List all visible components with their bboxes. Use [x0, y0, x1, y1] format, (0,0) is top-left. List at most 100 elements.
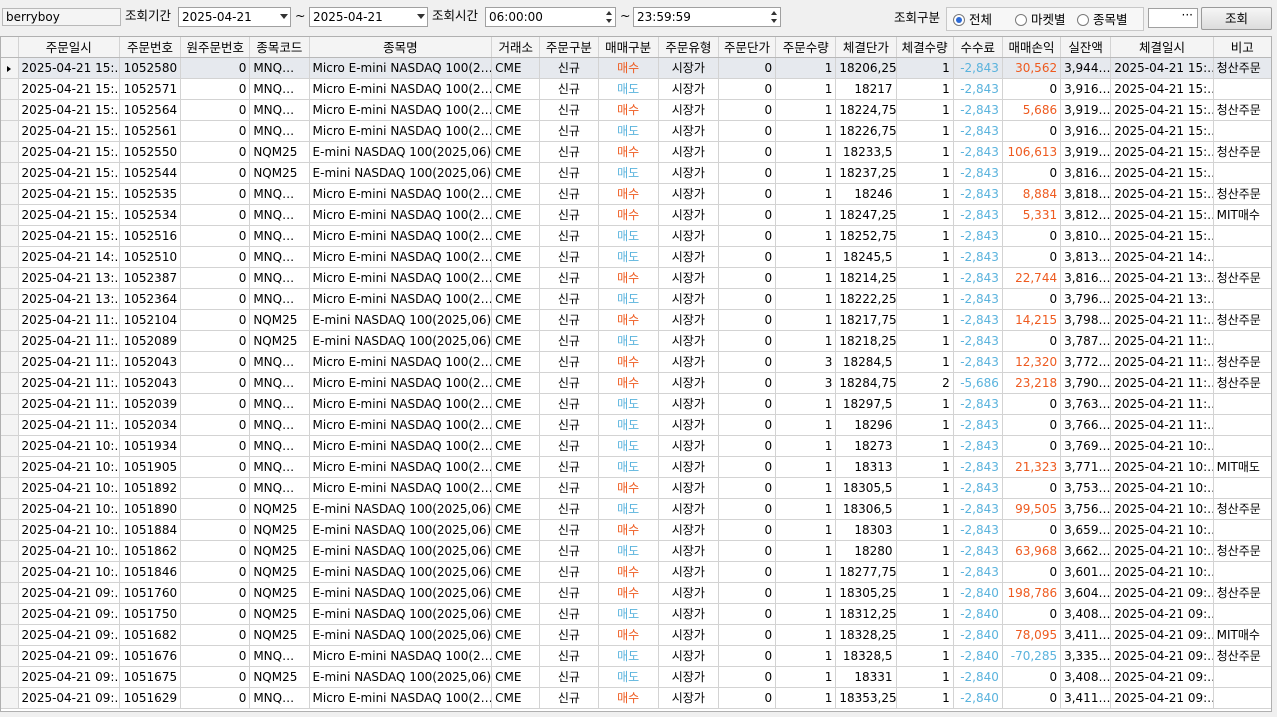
row-selector[interactable] — [1, 78, 19, 100]
table-row[interactable]: 2025-04-21 11:… 1052034 0 MNQ… Micro E-mini … — [1, 414, 1271, 436]
column-header-side[interactable]: 매매구분 — [598, 37, 659, 58]
table-row[interactable]: 2025-04-21 11:… 1052039 0 MNQ… Micro E-mini … — [1, 393, 1271, 415]
column-header-balance[interactable]: 실잔액 — [1060, 37, 1112, 58]
table-row[interactable]: 2025-04-21 09:… 1051682 0 NQM25 E-mini NASDA… — [1, 624, 1271, 646]
table-row[interactable]: 2025-04-21 15:… 1052550 0 NQM25 E-mini NASDA… — [1, 141, 1271, 163]
table-row[interactable]: 2025-04-21 15:… 1052580 0 MNQ… Micro E-mini … — [1, 57, 1271, 79]
row-selector[interactable] — [1, 225, 19, 247]
column-header-order-price[interactable]: 주문단가 — [718, 37, 777, 58]
row-selector[interactable] — [1, 435, 19, 457]
row-selector[interactable] — [1, 498, 19, 520]
table-row[interactable]: 2025-04-21 15:… 1052571 0 MNQ… Micro E-mini … — [1, 78, 1271, 100]
row-selector[interactable] — [1, 309, 19, 331]
table-row[interactable]: 2025-04-21 13:… 1052364 0 MNQ… Micro E-mini … — [1, 288, 1271, 310]
table-row[interactable]: 2025-04-21 09:… 1051676 0 MNQ… Micro E-mini … — [1, 645, 1271, 667]
row-selector[interactable] — [1, 561, 19, 583]
table-row[interactable]: 2025-04-21 14:… 1052510 0 MNQ… Micro E-mini … — [1, 246, 1271, 268]
row-selector[interactable] — [1, 603, 19, 625]
column-header-order-type-class[interactable]: 주문구분 — [539, 37, 599, 58]
table-row[interactable]: 2025-04-21 15:… 1052535 0 MNQ… Micro E-mini … — [1, 183, 1271, 205]
row-selector[interactable] — [1, 57, 19, 79]
time-to-spinner[interactable]: 23:59:59 — [633, 7, 781, 27]
table-row[interactable]: 2025-04-21 09:… 1051750 0 NQM25 E-mini NASDA… — [1, 603, 1271, 625]
column-header-fill-price[interactable]: 체결단가 — [835, 37, 897, 58]
row-selector[interactable] — [1, 288, 19, 310]
row-selector[interactable] — [1, 99, 19, 121]
time-from-spinner[interactable]: 06:00:00 — [485, 7, 616, 27]
table-row[interactable]: 2025-04-21 10:… 1051892 0 MNQ… Micro E-mini … — [1, 477, 1271, 499]
cell-note: 청산주문 — [1213, 267, 1271, 289]
spin-up-icon[interactable] — [771, 11, 777, 15]
row-selector[interactable] — [1, 582, 19, 604]
chevron-down-icon[interactable] — [280, 14, 288, 19]
spin-down-icon[interactable] — [606, 19, 612, 23]
row-selector[interactable] — [1, 414, 19, 436]
order-history-grid[interactable]: 주문일시 주문번호 원주문번호 종목코드 종목명 거래소 주문구분 매매구분 주문유형 주문단가 주… — [0, 36, 1272, 712]
cell-fee: -2,843 — [953, 477, 1003, 499]
row-selector[interactable] — [1, 162, 19, 184]
column-header-symbol-name[interactable]: 종목명 — [309, 37, 493, 58]
row-selector[interactable] — [1, 624, 19, 646]
table-row[interactable]: 2025-04-21 10:… 1051846 0 NQM25 E-mini NASDA… — [1, 561, 1271, 583]
table-row[interactable]: 2025-04-21 15:… 1052544 0 NQM25 E-mini NASDA… — [1, 162, 1271, 184]
row-selector[interactable] — [1, 477, 19, 499]
query-button[interactable]: 조회 — [1201, 7, 1272, 30]
table-row[interactable]: 2025-04-21 11:… 1052043 0 MNQ… Micro E-mini … — [1, 372, 1271, 394]
table-row[interactable]: 2025-04-21 10:… 1051884 0 NQM25 E-mini NASDA… — [1, 519, 1271, 541]
table-row[interactable]: 2025-04-21 10:… 1051862 0 NQM25 E-mini NASDA… — [1, 540, 1271, 562]
spin-up-icon[interactable] — [606, 11, 612, 15]
column-header-order-no[interactable]: 주문번호 — [119, 37, 182, 58]
table-row[interactable]: 2025-04-21 13:… 1052387 0 MNQ… Micro E-mini … — [1, 267, 1271, 289]
row-selector[interactable] — [1, 666, 19, 688]
table-row[interactable]: 2025-04-21 11:… 1052104 0 NQM25 E-mini NASDA… — [1, 309, 1271, 331]
cell-order-price: 0 — [718, 120, 777, 142]
column-header-fill-qty[interactable]: 체결수량 — [896, 37, 954, 58]
row-selector[interactable] — [1, 393, 19, 415]
spin-down-icon[interactable] — [771, 19, 777, 23]
column-header-order-kind[interactable]: 주문유형 — [658, 37, 719, 58]
column-header-note[interactable]: 비고 — [1213, 37, 1271, 58]
row-selector[interactable] — [1, 330, 19, 352]
column-header-order-time[interactable]: 주문일시 — [18, 37, 120, 58]
cell-order-qty: 1 — [775, 204, 837, 226]
table-row[interactable]: 2025-04-21 15:… 1052516 0 MNQ… Micro E-mini … — [1, 225, 1271, 247]
table-row[interactable]: 2025-04-21 11:… 1052089 0 NQM25 E-mini NASDA… — [1, 330, 1271, 352]
table-row[interactable]: 2025-04-21 11:… 1052043 0 MNQ… Micro E-mini … — [1, 351, 1271, 373]
chevron-down-icon[interactable] — [417, 14, 425, 19]
column-header-exchange[interactable]: 거래소 — [491, 37, 541, 58]
column-header-symbol-code[interactable]: 종목코드 — [249, 37, 310, 58]
row-selector[interactable] — [1, 540, 19, 562]
table-row[interactable]: 2025-04-21 09:… 1051629 0 MNQ… Micro E-mini … — [1, 687, 1271, 709]
date-to-picker[interactable]: 2025-04-21 — [309, 7, 428, 27]
row-selector[interactable] — [1, 246, 19, 268]
table-row[interactable]: 2025-04-21 09:… 1051675 0 NQM25 E-mini NASDA… — [1, 666, 1271, 688]
table-row[interactable]: 2025-04-21 10:… 1051890 0 NQM25 E-mini NASDA… — [1, 498, 1271, 520]
row-selector[interactable] — [1, 519, 19, 541]
table-row[interactable]: 2025-04-21 10:… 1051934 0 MNQ… Micro E-mini … — [1, 435, 1271, 457]
row-selector[interactable] — [1, 141, 19, 163]
row-selector[interactable] — [1, 183, 19, 205]
row-selector[interactable] — [1, 267, 19, 289]
cell-orig-order-no: 0 — [180, 477, 251, 499]
cell-fill-price: 18297,5 — [835, 393, 897, 415]
table-row[interactable]: 2025-04-21 15:… 1052561 0 MNQ… Micro E-mini … — [1, 120, 1271, 142]
table-row[interactable]: 2025-04-21 09:… 1051760 0 NQM25 E-mini NASDA… — [1, 582, 1271, 604]
column-header-fee[interactable]: 수수료 — [953, 37, 1003, 58]
date-from-picker[interactable]: 2025-04-21 — [178, 7, 291, 27]
user-id-field[interactable]: berryboy — [2, 8, 121, 26]
table-row[interactable]: 2025-04-21 10:… 1051905 0 MNQ… Micro E-mini … — [1, 456, 1271, 478]
row-selector[interactable] — [1, 456, 19, 478]
table-row[interactable]: 2025-04-21 15:… 1052534 0 MNQ… Micro E-mini … — [1, 204, 1271, 226]
column-header-orig-order-no[interactable]: 원주문번호 — [180, 37, 251, 58]
table-row[interactable]: 2025-04-21 15:… 1052564 0 MNQ… Micro E-mini … — [1, 99, 1271, 121]
column-header-order-qty[interactable]: 주문수량 — [775, 37, 837, 58]
column-header-pnl[interactable]: 매매손익 — [1002, 37, 1062, 58]
row-selector[interactable] — [1, 204, 19, 226]
row-selector[interactable] — [1, 372, 19, 394]
column-header-fill-time[interactable]: 체결일시 — [1110, 37, 1214, 58]
symbol-selector-field[interactable]: ··· — [1148, 8, 1198, 28]
row-selector[interactable] — [1, 351, 19, 373]
row-selector[interactable] — [1, 120, 19, 142]
row-selector[interactable] — [1, 687, 19, 709]
row-selector[interactable] — [1, 645, 19, 667]
